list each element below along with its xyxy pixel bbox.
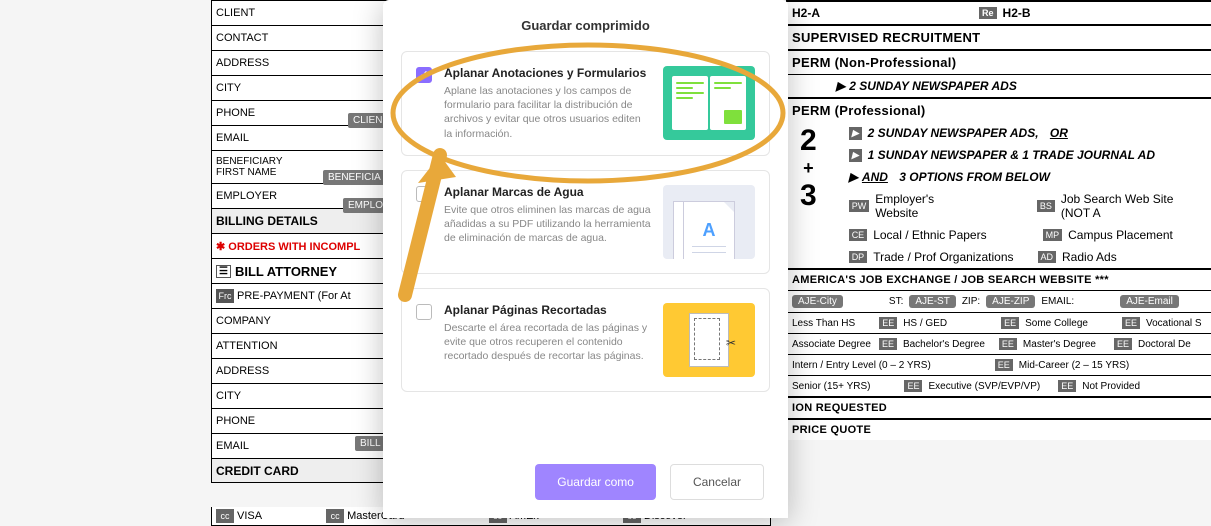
option-flatten-watermarks[interactable]: Aplanar Marcas de Agua Evite que otros e… [401,170,770,274]
exp-row-1: Intern / Entry Level (0 – 2 YRS) EEMid-C… [786,354,1211,375]
save-compressed-modal: Guardar comprimido Aplanar Anotaciones y… [383,0,788,518]
aje-city-field[interactable]: AJE-City [792,295,843,308]
cancel-button[interactable]: Cancelar [670,464,764,500]
hdr-supervised: SUPERVISED RECRUITMENT [786,24,1211,49]
label-phone2: PHONE [211,408,391,433]
aje-fields: AJE-City ST:AJE-ST ZIP:AJE-ZIP EMAIL: AJ… [786,290,1211,312]
checkbox-flatten-annotations[interactable] [416,67,432,83]
option2-desc: Evite que otros eliminen las marcas de a… [444,203,651,246]
save-as-button[interactable]: Guardar como [535,464,656,500]
orders-warning: ✱ ORDERS WITH INCOMPL [211,233,391,258]
hdr-perm-np: PERM (Non-Professional) [786,49,1211,74]
illustration-annotations-icon [663,66,755,140]
option3-desc: Descarte el área recortada de las página… [444,321,651,364]
section-creditcard: CREDIT CARD [211,458,391,483]
label-contact: CONTACT [211,25,391,50]
label-prepayment[interactable]: Frc PRE-PAYMENT (For At [211,283,391,308]
option-flatten-annotations[interactable]: Aplanar Anotaciones y Formularios Aplane… [401,51,770,156]
modal-title: Guardar comprimido [383,0,788,37]
pill-client[interactable]: CLIEN [348,113,387,128]
label-email: EMAIL [211,125,391,150]
modal-actions: Guardar como Cancelar [383,464,788,500]
illustration-watermark-icon: A [663,185,755,259]
option3-title: Aplanar Páginas Recortadas [444,303,651,317]
label-city2: CITY [211,383,391,408]
edu-row-2: Associate Degree EEBachelor's Degree EEM… [786,333,1211,354]
hdr-price-quote: PRICE QUOTE [786,418,1211,440]
hdr-aje: AMERICA'S JOB EXCHANGE / JOB SEARCH WEBS… [786,268,1211,290]
pill-bill[interactable]: BILL [355,436,386,451]
checkbox-flatten-cropped[interactable] [416,304,432,320]
hdr-job-req: ION REQUESTED [786,396,1211,418]
option1-title: Aplanar Anotaciones y Formularios [444,66,651,80]
np-line: ▶ 2 SUNDAY NEWSPAPER ADS [786,74,1211,97]
bg-left-labels: CLIENT CONTACT ADDRESS CITY PHONE EMAIL … [211,0,391,483]
label-address2: ADDRESS [211,358,391,383]
option1-desc: Aplane las anotaciones y los campos de f… [444,84,651,141]
option-flatten-cropped[interactable]: Aplanar Páginas Recortadas Descarte el á… [401,288,770,392]
label-attention: ATTENTION [211,333,391,358]
option2-title: Aplanar Marcas de Agua [444,185,651,199]
checkbox-flatten-watermarks[interactable] [416,186,432,202]
illustration-crop-icon: ✂ [663,303,755,377]
pill-employer[interactable]: EMPLO [343,198,388,213]
label-city: CITY [211,75,391,100]
label-company: COMPANY [211,308,391,333]
hdr-perm-p: PERM (Professional) [786,97,1211,122]
bg-right: H2-A Re H2-B SUPERVISED RECRUITMENT PERM… [786,0,1211,440]
pill-beneficiary[interactable]: BENEFICIA [323,170,386,185]
label-address: ADDRESS [211,50,391,75]
label-bill-attorney[interactable]: ☰ BILL ATTORNEY [211,258,391,283]
exp-row-2: Senior (15+ YRS) EEExecutive (SVP/EVP/VP… [786,375,1211,396]
label-client: CLIENT [211,0,391,25]
edu-row-1: Less Than HS EEHS / GED EESome College E… [786,312,1211,333]
